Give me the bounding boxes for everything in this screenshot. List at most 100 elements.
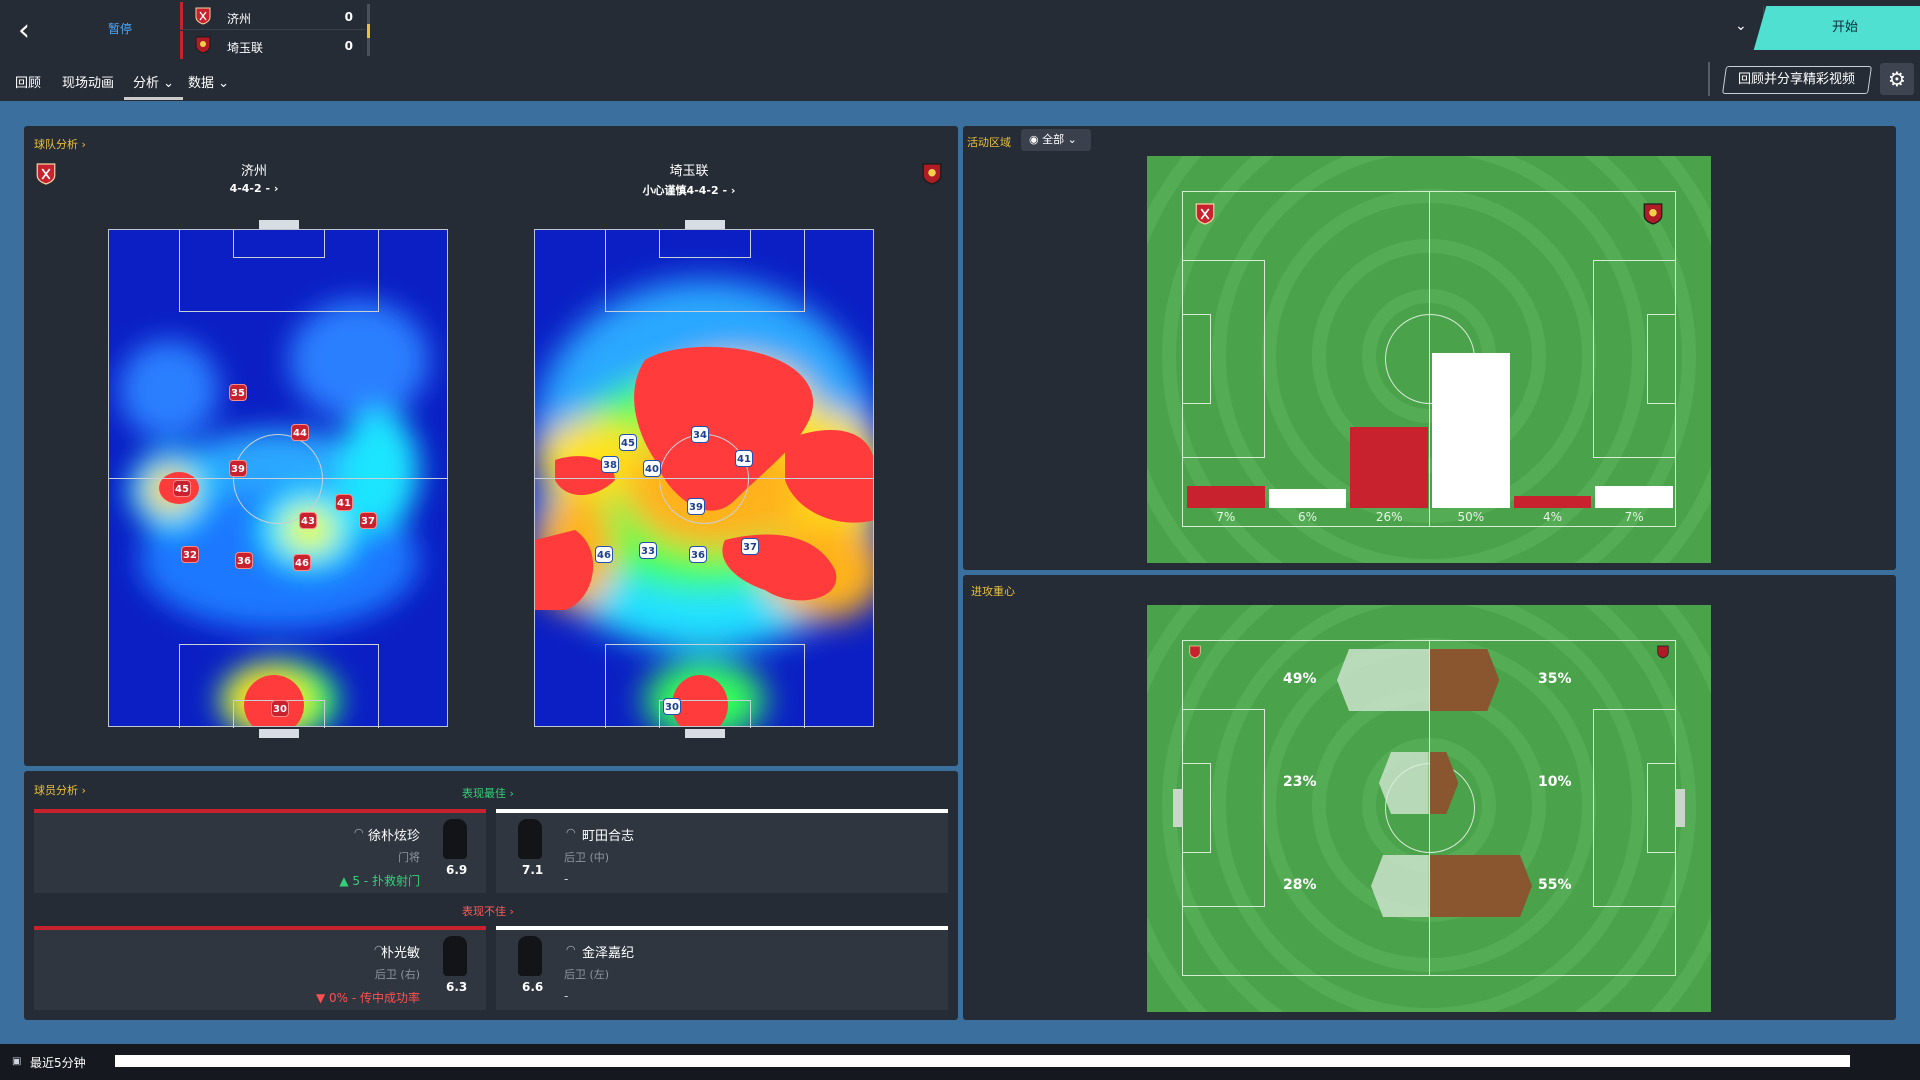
player-stat-text: 0% - 传中成功率: [329, 991, 420, 1005]
start-button[interactable]: 开始: [1753, 6, 1920, 50]
player-badge[interactable]: 39: [229, 460, 247, 477]
player-badge[interactable]: 46: [293, 554, 311, 571]
player-badge[interactable]: 30: [663, 698, 681, 715]
player-analysis-title-text: 球员分析: [34, 784, 78, 797]
player-badge[interactable]: 36: [235, 552, 253, 569]
player-position: 门将: [398, 851, 420, 864]
home-color-bar: [34, 926, 486, 930]
player-badge[interactable]: 40: [643, 460, 661, 477]
player-stat: ▼ 0% - 传中成功率: [316, 989, 420, 1006]
activity-labels: 7% 6% 26% 50% 4% 7%: [1185, 510, 1675, 526]
player-analysis-title[interactable]: 球员分析 ›: [34, 782, 86, 798]
activity-pitch: 7% 6% 26% 50% 4% 7%: [1147, 156, 1711, 563]
player-badge[interactable]: 37: [741, 538, 759, 555]
team-analysis-panel: 球队分析 › 济州 4-4-2 - › 埼玉联 小心谨慎4-4-2 - › 35…: [24, 126, 958, 766]
player-rating: 6.6: [522, 980, 544, 994]
replay-share-label: 回顾并分享精彩视频: [1738, 72, 1856, 87]
home-attack-pct: 49%: [1283, 671, 1317, 687]
start-button-label: 开始: [1831, 20, 1858, 35]
best-label-text: 表现最佳: [462, 787, 506, 800]
player-badge[interactable]: 32: [181, 546, 199, 563]
menu-replay[interactable]: 回顾: [15, 72, 41, 91]
home-attack-arrow: [1379, 752, 1429, 814]
player-badge[interactable]: 38: [601, 456, 619, 473]
player-badge[interactable]: 41: [735, 450, 753, 467]
player-badge[interactable]: 33: [639, 542, 657, 559]
attack-pitch: 49% 35% 23% 10% 28% 55%: [1147, 605, 1711, 1012]
away-attack-arrow: [1430, 855, 1532, 917]
gear-icon[interactable]: ⚙: [1880, 63, 1914, 95]
back-arrow-icon[interactable]: ‹: [18, 14, 44, 48]
away-crest-icon: [922, 163, 942, 185]
player-badge[interactable]: 43: [299, 512, 317, 529]
player-badge[interactable]: 35: [229, 384, 247, 401]
worst-away-player-card[interactable]: 6.6 ◠ 金泽嘉纪 后卫 (左) -: [496, 926, 948, 1010]
player-badge[interactable]: 36: [689, 546, 707, 563]
player-position: 后卫 (中): [564, 851, 610, 864]
away-heatmap: 45 34 38 40 41 39 46 33 36 37 30: [534, 220, 874, 738]
home-team-name: 济州: [227, 12, 252, 26]
player-badge[interactable]: 45: [173, 480, 191, 497]
best-performers-label[interactable]: 表现最佳 ›: [462, 785, 514, 801]
player-analysis-panel: 球员分析 › 表现最佳 › ◠ 徐朴炫珍 门将 6.9 ▲ 5 - 扑救射门 7…: [24, 771, 958, 1020]
best-home-player-card[interactable]: ◠ 徐朴炫珍 门将 6.9 ▲ 5 - 扑救射门: [34, 809, 486, 893]
goal-top: [685, 220, 725, 229]
home-attack-arrow: [1371, 855, 1429, 917]
away-color-bar: [496, 926, 948, 930]
player-position: 后卫 (左): [564, 968, 610, 981]
away-formation-text: 小心谨慎4-4-2 -: [642, 184, 728, 197]
activity-zones-panel: 活动区域 ◉ 全部 ⌄ 7% 6% 26% 50% 4% 7%: [963, 126, 1896, 570]
player-badge[interactable]: 44: [291, 424, 309, 441]
arrow-shape: [1430, 752, 1459, 814]
away-formation[interactable]: 小心谨慎4-4-2 - ›: [624, 182, 754, 198]
activity-bar-label: 26%: [1375, 510, 1403, 524]
attack-arrows: 49% 35% 23% 10% 28% 55%: [1183, 641, 1677, 977]
goal-bottom: [685, 729, 725, 738]
goal-box-top: [659, 230, 751, 258]
worst-performers-label[interactable]: 表现不佳 ›: [462, 903, 514, 919]
away-score: 0: [344, 39, 353, 53]
player-badge[interactable]: 37: [359, 512, 377, 529]
activity-bar-label: 7%: [1624, 510, 1644, 524]
activity-bar-label: 50%: [1457, 510, 1485, 524]
player-badge[interactable]: 39: [687, 498, 705, 515]
worst-home-player-card[interactable]: ◠ 朴光敏 后卫 (右) 6.3 ▼ 0% - 传中成功率: [34, 926, 486, 1010]
player-badge[interactable]: 30: [271, 700, 289, 717]
menu-analysis[interactable]: 分析 ⌄: [124, 72, 184, 100]
team-analysis-title[interactable]: 球队分析 ›: [34, 136, 86, 152]
player-badge[interactable]: 46: [595, 546, 613, 563]
activity-zones-title: 活动区域: [967, 136, 1011, 149]
home-color-bar: [34, 809, 486, 813]
home-formation[interactable]: 4-4-2 - ›: [204, 182, 304, 195]
attacking-focus-title: 进攻重心: [971, 585, 1015, 598]
player-badge[interactable]: 45: [619, 434, 637, 451]
menu-live-animation[interactable]: 现场动画: [62, 72, 114, 91]
match-timeline[interactable]: [115, 1055, 1850, 1067]
player-stat: -: [564, 872, 569, 886]
player-badge[interactable]: 41: [335, 494, 353, 511]
best-away-player-card[interactable]: 7.1 ◠ 町田合志 后卫 (中) -: [496, 809, 948, 893]
home-crest-icon: [36, 163, 56, 185]
home-formation-text: 4-4-2 -: [229, 182, 271, 195]
goal-top: [259, 220, 299, 229]
menu-data[interactable]: 数据 ⌄: [188, 72, 229, 91]
player-badge[interactable]: 34: [691, 426, 709, 443]
activity-filter-dropdown[interactable]: ◉ 全部 ⌄: [1021, 129, 1091, 151]
goal-bottom: [259, 729, 299, 738]
activity-bar: [1513, 495, 1592, 508]
timeline-range-label[interactable]: 最近5分钟: [30, 1054, 86, 1071]
arrow-shape: [1430, 855, 1532, 917]
away-attack-pct: 35%: [1538, 671, 1572, 687]
arrow-shape: [1379, 752, 1429, 814]
arrow-shape: [1430, 649, 1500, 711]
replay-share-button[interactable]: 回顾并分享精彩视频: [1722, 66, 1872, 94]
player-rating: 6.9: [446, 863, 468, 877]
player-name: 徐朴炫珍: [367, 829, 420, 844]
chevron-down-icon: ⌄: [1735, 18, 1747, 34]
away-score-row: 埼玉联 0: [180, 31, 365, 59]
divider: [1708, 62, 1710, 96]
player-name: 朴光敏: [380, 946, 420, 961]
home-attack-arrow: [1336, 649, 1429, 711]
away-attack-arrow: [1430, 752, 1459, 814]
bottom-timeline-bar: ▣ 最近5分钟: [0, 1044, 1920, 1080]
